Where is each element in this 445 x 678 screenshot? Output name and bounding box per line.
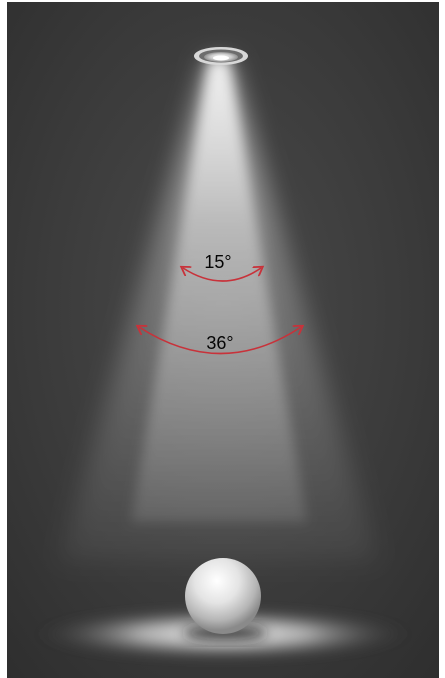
beam-angle-label-narrow: 15°: [204, 252, 231, 272]
recessed-downlight-icon: [194, 47, 248, 65]
image-frame: 15° 36°: [0, 0, 445, 678]
beam-angle-label-wide: 36°: [206, 333, 233, 353]
sphere-object: [185, 558, 261, 634]
lighting-scene: 15° 36°: [7, 2, 439, 678]
beam-diagram: 15° 36°: [7, 2, 439, 678]
